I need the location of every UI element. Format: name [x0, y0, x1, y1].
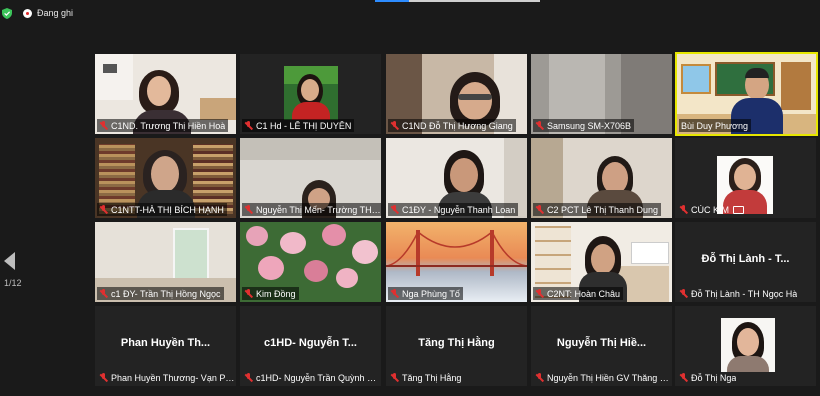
muted-mic-icon: [390, 120, 399, 131]
muted-mic-icon: [679, 288, 688, 299]
participant-display-name: Đỗ Thị Lành - T...: [701, 253, 790, 265]
muted-mic-icon: [390, 204, 399, 215]
participant-name: CÚC KIM: [677, 203, 747, 216]
page-indicator: 1/12: [4, 278, 22, 288]
participant-display-name: Nguyễn Thị Hiề...: [556, 337, 647, 349]
participant-tile[interactable]: C2NT: Hoàn Châu: [531, 222, 672, 302]
participant-tile[interactable]: CÚC KIM: [675, 138, 816, 218]
participant-name: c1 ĐY- Trần Thị Hồng Ngọc: [97, 287, 224, 300]
participant-tile[interactable]: Nga Phùng Tố: [386, 222, 527, 302]
muted-mic-icon: [99, 204, 108, 215]
participant-tile[interactable]: C2 PCT Lê Thị Thanh Dung: [531, 138, 672, 218]
participant-tile[interactable]: Nguyễn Thị Hiề... Nguyễn Thị Hiền GV Thă…: [531, 306, 672, 386]
participant-tile[interactable]: C1ND. Trương Thị Hiền Hoà: [95, 54, 236, 134]
participant-tile[interactable]: C1 Hd - LÊ THỊ DUYÊN: [240, 54, 381, 134]
chevron-left-icon[interactable]: [4, 252, 15, 270]
recording-label: Đang ghi: [37, 8, 74, 18]
muted-mic-icon: [244, 288, 253, 299]
participant-tile[interactable]: c1 ĐY- Trần Thị Hồng Ngọc: [95, 222, 236, 302]
participant-tile[interactable]: C1ND Đỗ Thị Hương Giang: [386, 54, 527, 134]
participant-tile[interactable]: Tăng Thị Hằng Tăng Thị Hằng: [386, 306, 527, 386]
muted-mic-icon: [535, 204, 544, 215]
participant-name: C1 Hd - LÊ THỊ DUYÊN: [242, 119, 355, 132]
muted-mic-icon: [390, 288, 399, 299]
participant-name: C1ĐY - Nguyễn Thanh Loan: [388, 203, 519, 216]
muted-mic-icon: [390, 372, 399, 383]
participant-tile[interactable]: Samsung SM-X706B: [531, 54, 672, 134]
participant-name: c1HD- Nguyễn Trần Quỳnh H...: [242, 371, 381, 384]
participant-tile[interactable]: C1ĐY - Nguyễn Thanh Loan: [386, 138, 527, 218]
participant-display-name: Tăng Thị Hằng: [418, 337, 495, 349]
camera-icon: [733, 205, 744, 214]
participant-tile-active-speaker[interactable]: Bùi Duy Phương: [675, 52, 818, 136]
muted-mic-icon: [244, 204, 253, 215]
muted-mic-icon: [99, 372, 108, 383]
participant-name: Bùi Duy Phương: [679, 119, 751, 132]
view-toggle-strip[interactable]: [375, 0, 540, 2]
participant-tile[interactable]: Nguyễn Thị Mến- Trường TH ...: [240, 138, 381, 218]
muted-mic-icon: [535, 288, 544, 299]
participant-name: Nga Phùng Tố: [388, 287, 463, 300]
participant-display-name: Phan Huyền Th...: [120, 337, 211, 349]
participant-tile[interactable]: Đỗ Thị Nga: [675, 306, 816, 386]
participant-name: Nguyễn Thị Mến- Trường TH ...: [242, 203, 381, 216]
muted-mic-icon: [99, 120, 108, 131]
participant-tile[interactable]: c1HD- Nguyễn T... c1HD- Nguyễn Trần Quỳn…: [240, 306, 381, 386]
muted-mic-icon: [244, 372, 253, 383]
recording-icon: [23, 9, 32, 18]
participant-name: C1NTT-HÀ THỊ BÍCH HẠNH: [97, 203, 227, 216]
muted-mic-icon: [535, 120, 544, 131]
muted-mic-icon: [99, 288, 108, 299]
participant-tile[interactable]: Kim Đồng: [240, 222, 381, 302]
participant-name: Phan Huyền Thương- Vạn Phúc: [97, 371, 236, 384]
top-bar: Đang ghi: [0, 0, 820, 28]
muted-mic-icon: [535, 372, 544, 383]
participant-tile[interactable]: Phan Huyền Th... Phan Huyền Thương- Vạn …: [95, 306, 236, 386]
participant-tile[interactable]: Đỗ Thị Lành - T... Đỗ Thị Lành - TH Ngọc…: [675, 222, 816, 302]
participant-name: C2 PCT Lê Thị Thanh Dung: [533, 203, 662, 216]
participant-name: Đỗ Thị Lành - TH Ngọc Hà: [677, 287, 800, 300]
muted-mic-icon: [679, 372, 688, 383]
muted-mic-icon: [244, 120, 253, 131]
participant-name: Tăng Thị Hằng: [388, 371, 464, 384]
participant-name: C1ND. Trương Thị Hiền Hoà: [97, 119, 229, 132]
participant-tile[interactable]: C1NTT-HÀ THỊ BÍCH HẠNH: [95, 138, 236, 218]
participant-name: C2NT: Hoàn Châu: [533, 287, 624, 300]
participant-name: Samsung SM-X706B: [533, 119, 635, 132]
participant-display-name: c1HD- Nguyễn T...: [264, 337, 357, 349]
participant-name: Kim Đồng: [242, 287, 299, 300]
participant-name: C1ND Đỗ Thị Hương Giang: [388, 119, 516, 132]
participant-name: Nguyễn Thị Hiền GV Thăng L...: [533, 371, 672, 384]
participant-name: Đỗ Thị Nga: [677, 371, 739, 384]
muted-mic-icon: [679, 204, 688, 215]
shield-check-icon[interactable]: [2, 8, 12, 19]
